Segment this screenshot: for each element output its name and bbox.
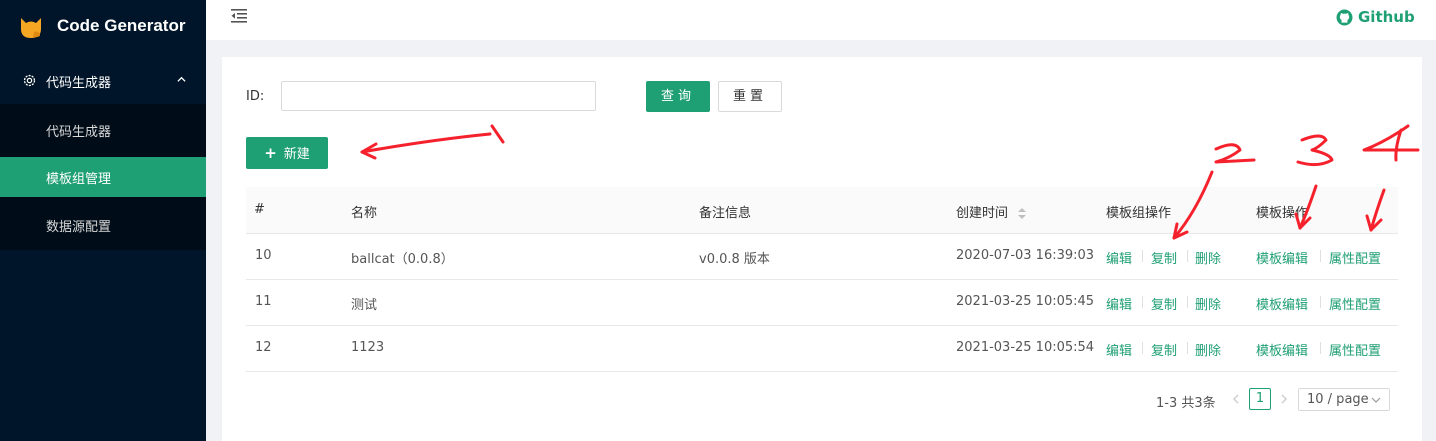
sidebar-item-label: 数据源配置 [46, 220, 112, 235]
column-header-created-label: 创建时间 [956, 206, 1009, 221]
sidebar-item-code-generator[interactable]: 代码生成器 [0, 110, 206, 150]
edit-link[interactable]: 编辑 [1106, 340, 1132, 359]
submenu: 代码生成器 模板组管理 数据源配置 [0, 104, 206, 250]
id-input[interactable] [281, 81, 596, 111]
cat-logo-icon [21, 18, 41, 38]
table-row: 10 ballcat（0.0.8） v0.0.8 版本 2020-07-03 1… [246, 233, 1398, 280]
copy-link[interactable]: 复制 [1151, 294, 1177, 313]
template-edit-link[interactable]: 模板编辑 [1256, 294, 1308, 313]
column-header-created[interactable]: 创建时间 [956, 202, 1027, 221]
table-row: 12 1123 2021-03-25 10:05:54 编辑 复制 删除 模板编… [246, 325, 1398, 372]
cell-name: ballcat（0.0.8） [351, 252, 454, 267]
template-edit-link[interactable]: 模板编辑 [1256, 248, 1308, 267]
menu-group-label: 代码生成器 [46, 76, 112, 91]
table-row: 11 测试 2021-03-25 10:05:45 编辑 复制 删除 模板编辑 … [246, 279, 1398, 326]
column-header-name: 名称 [351, 206, 378, 221]
chevron-up-icon [177, 76, 186, 82]
cell-name: 测试 [351, 298, 378, 313]
cell-id: 10 [255, 248, 272, 263]
divider [1187, 342, 1188, 354]
id-label: ID: [246, 89, 265, 104]
property-config-link[interactable]: 属性配置 [1329, 340, 1381, 359]
column-header-id: # [254, 202, 265, 217]
cell-created: 2021-03-25 10:05:54 [956, 340, 1095, 355]
column-header-template-actions: 模板操作 [1256, 206, 1309, 221]
brand[interactable]: Code Generator [0, 0, 206, 58]
header: Github [206, 0, 1436, 40]
column-header-remark: 备注信息 [699, 206, 752, 221]
query-button[interactable]: 查询 [646, 81, 710, 112]
cell-created: 2021-03-25 10:05:45 [956, 294, 1095, 309]
github-icon [1336, 9, 1353, 26]
menu-fold-icon[interactable] [230, 8, 248, 24]
cell-remark: v0.0.8 版本 [699, 252, 770, 267]
new-button[interactable]: + 新建 [246, 137, 328, 169]
edit-link[interactable]: 编辑 [1106, 248, 1132, 267]
menu-group-code-generator[interactable]: 代码生成器 [0, 58, 206, 104]
cell-name: 1123 [351, 340, 385, 355]
pagination-page-1[interactable]: 1 [1249, 388, 1271, 410]
column-header-group-actions: 模板组操作 [1106, 206, 1172, 221]
sidebar-item-label: 模板组管理 [46, 172, 112, 187]
property-config-link[interactable]: 属性配置 [1329, 248, 1381, 267]
divider [1320, 296, 1321, 308]
divider [1187, 250, 1188, 262]
divider [1320, 250, 1321, 262]
sidebar: Code Generator 代码生成器 代码生成器 模板组管理 数据源配置 [0, 0, 206, 441]
table-header: # 名称 备注信息 创建时间 模板组操作 模板操作 [246, 187, 1398, 234]
new-button-label: 新建 [283, 147, 310, 162]
sidebar-item-datasource[interactable]: 数据源配置 [0, 205, 206, 245]
page-size-value: 10 / page [1307, 392, 1369, 407]
cell-id: 12 [255, 340, 272, 355]
plus-icon: + [264, 144, 277, 162]
chevron-left-icon[interactable] [1230, 390, 1242, 408]
github-link[interactable]: Github [1336, 8, 1418, 28]
reset-button[interactable]: 重置 [718, 81, 782, 112]
cell-created: 2020-07-03 16:39:03 [956, 248, 1095, 263]
page-size-select[interactable]: 10 / page [1298, 388, 1390, 411]
copy-link[interactable]: 复制 [1151, 248, 1177, 267]
sidebar-item-label: 代码生成器 [46, 125, 112, 140]
copy-link[interactable]: 复制 [1151, 340, 1177, 359]
edit-link[interactable]: 编辑 [1106, 294, 1132, 313]
gear-icon [23, 74, 36, 87]
delete-link[interactable]: 删除 [1195, 248, 1221, 267]
chevron-right-icon[interactable] [1278, 390, 1290, 408]
chevron-down-icon [1371, 397, 1381, 403]
cell-id: 11 [255, 294, 272, 309]
delete-link[interactable]: 删除 [1195, 294, 1221, 313]
property-config-link[interactable]: 属性配置 [1329, 294, 1381, 313]
template-edit-link[interactable]: 模板编辑 [1256, 340, 1308, 359]
divider [1142, 296, 1143, 308]
delete-link[interactable]: 删除 [1195, 340, 1221, 359]
app-title: Code Generator [57, 16, 186, 35]
divider [1320, 342, 1321, 354]
sidebar-item-template-groups[interactable]: 模板组管理 [0, 157, 206, 197]
pagination-total: 1-3 共3条 [1156, 396, 1216, 411]
divider [1142, 250, 1143, 262]
sort-icon[interactable] [1018, 208, 1027, 219]
divider [1187, 296, 1188, 308]
github-label: Github [1358, 8, 1415, 26]
divider [1142, 342, 1143, 354]
